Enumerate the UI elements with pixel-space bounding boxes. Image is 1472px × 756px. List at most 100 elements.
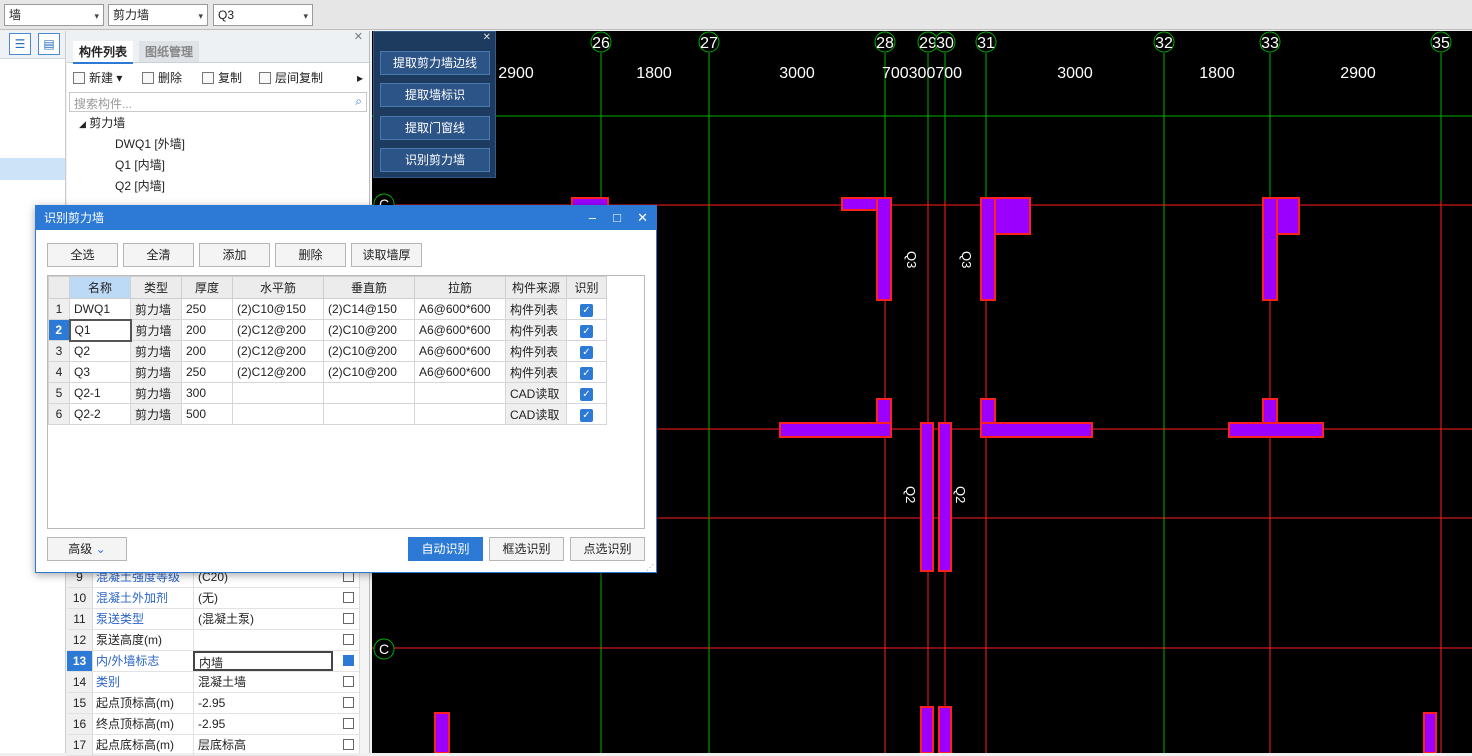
cell-thickness[interactable]: 300: [181, 382, 233, 404]
property-value[interactable]: 层底标高: [193, 735, 333, 755]
property-checkbox[interactable]: [343, 697, 354, 708]
property-row[interactable]: 16 终点顶标高(m) -2.95: [67, 714, 359, 735]
property-row[interactable]: 15 起点顶标高(m) -2.95: [67, 693, 359, 714]
cell-tie-rebar[interactable]: [414, 382, 506, 404]
resize-grip-icon[interactable]: ⋰: [646, 563, 654, 572]
element-type-select[interactable]: 墙 ▾: [4, 4, 104, 26]
cell-thickness[interactable]: 250: [181, 361, 233, 383]
cell-thickness[interactable]: 500: [181, 403, 233, 425]
cell-thickness[interactable]: 200: [181, 340, 233, 362]
col-source[interactable]: 构件来源: [505, 276, 567, 299]
property-value[interactable]: -2.95: [193, 714, 333, 734]
more-tools-icon[interactable]: ▸: [357, 67, 363, 89]
cell-name[interactable]: DWQ1: [69, 298, 131, 320]
property-checkbox[interactable]: [343, 739, 354, 750]
cell-tie-rebar[interactable]: A6@600*600: [414, 340, 506, 362]
property-row[interactable]: 12 泵送高度(m): [67, 630, 359, 651]
add-button[interactable]: 添加: [199, 243, 270, 267]
cell-horizontal-rebar[interactable]: (2)C12@200: [232, 361, 324, 383]
col-type[interactable]: 类型: [130, 276, 182, 299]
cell-name[interactable]: Q2-2: [69, 403, 131, 425]
checkbox-checked-icon[interactable]: ✓: [580, 408, 593, 422]
dialog-title-bar[interactable]: 识别剪力墙 ‒ □ ✕: [36, 206, 656, 230]
property-row[interactable]: 13 内/外墙标志 内墙: [67, 651, 359, 672]
property-checkbox[interactable]: [343, 718, 354, 729]
cell-horizontal-rebar[interactable]: [232, 403, 324, 425]
delete-button[interactable]: 删除: [142, 67, 182, 89]
cell-tie-rebar[interactable]: [414, 403, 506, 425]
property-checkbox[interactable]: [343, 655, 354, 666]
copy-button[interactable]: 复制: [202, 67, 242, 89]
close-icon[interactable]: ✕: [483, 32, 491, 43]
element-name-select[interactable]: Q3 ▾: [213, 4, 313, 26]
col-vertical-rebar[interactable]: 垂直筋: [323, 276, 415, 299]
cell-horizontal-rebar[interactable]: (2)C12@200: [232, 340, 324, 362]
cell-recognize[interactable]: ✓: [566, 298, 607, 320]
select-all-button[interactable]: 全选: [47, 243, 118, 267]
auto-recognize-button[interactable]: 自动识别: [408, 537, 483, 561]
recognize-wall-button[interactable]: 识别剪力墙: [380, 148, 490, 172]
extract-wall-edge-button[interactable]: 提取剪力墙边线: [380, 51, 490, 75]
clear-all-button[interactable]: 全清: [123, 243, 194, 267]
checkbox-checked-icon[interactable]: ✓: [580, 366, 593, 380]
property-value[interactable]: [193, 630, 333, 650]
table-row[interactable]: 2 Q1 剪力墙 200 (2)C12@200 (2)C10@200 A6@600*600 构…: [48, 318, 607, 342]
checkbox-checked-icon[interactable]: ✓: [580, 345, 593, 359]
table-row[interactable]: 6 Q2-2 剪力墙 500 CAD读取 ✓: [48, 403, 607, 425]
col-horizontal-rebar[interactable]: 水平筋: [232, 276, 324, 299]
tab-drawing-management[interactable]: 图纸管理: [139, 41, 200, 62]
property-value[interactable]: 内墙: [193, 651, 333, 671]
property-value[interactable]: (无): [193, 588, 333, 608]
col-tie-rebar[interactable]: 拉筋: [414, 276, 506, 299]
cell-thickness[interactable]: 250: [181, 298, 233, 320]
tree-item[interactable]: Q1 [内墙]: [67, 155, 367, 176]
cell-vertical-rebar[interactable]: [323, 403, 415, 425]
cell-horizontal-rebar[interactable]: [232, 382, 324, 404]
cell-recognize[interactable]: ✓: [566, 319, 607, 341]
table-row[interactable]: 4 Q3 剪力墙 250 (2)C12@200 (2)C10@200 A6@600*600 构…: [48, 361, 607, 383]
close-icon[interactable]: ✕: [354, 30, 363, 43]
cell-recognize[interactable]: ✓: [566, 340, 607, 362]
read-wall-thickness-button[interactable]: 读取墙厚: [351, 243, 422, 267]
property-value[interactable]: -2.95: [193, 693, 333, 713]
cell-thickness[interactable]: 200: [181, 319, 233, 341]
col-name[interactable]: 名称: [69, 276, 131, 299]
cell-horizontal-rebar[interactable]: (2)C10@150: [232, 298, 324, 320]
checkbox-checked-icon[interactable]: ✓: [580, 387, 593, 401]
card-view-icon[interactable]: ▤: [38, 33, 60, 55]
property-row[interactable]: 11 泵送类型 (混凝土泵): [67, 609, 359, 630]
property-checkbox[interactable]: [343, 634, 354, 645]
checkbox-checked-icon[interactable]: ✓: [580, 324, 593, 338]
element-subtype-select[interactable]: 剪力墙 ▾: [108, 4, 208, 26]
point-recognize-button[interactable]: 点选识别: [570, 537, 645, 561]
cell-name[interactable]: Q3: [69, 361, 131, 383]
cell-vertical-rebar[interactable]: (2)C14@150: [323, 298, 415, 320]
advanced-button[interactable]: 高级 ⌄: [47, 537, 127, 561]
extract-wall-label-button[interactable]: 提取墙标识: [380, 83, 490, 107]
cell-recognize[interactable]: ✓: [566, 403, 607, 425]
cell-tie-rebar[interactable]: A6@600*600: [414, 298, 506, 320]
property-checkbox[interactable]: [343, 613, 354, 624]
cell-vertical-rebar[interactable]: (2)C10@200: [323, 361, 415, 383]
collapse-icon[interactable]: ◢: [79, 119, 86, 129]
table-row[interactable]: 1 DWQ1 剪力墙 250 (2)C10@150 (2)C14@150 A6@600*60…: [48, 298, 607, 320]
cell-tie-rebar[interactable]: A6@600*600: [414, 319, 506, 341]
list-view-icon[interactable]: ☰: [9, 33, 31, 55]
property-value[interactable]: (混凝土泵): [193, 609, 333, 629]
property-value[interactable]: 混凝土墙: [193, 672, 333, 692]
table-row[interactable]: 5 Q2-1 剪力墙 300 CAD读取 ✓: [48, 382, 607, 404]
component-search-input[interactable]: 搜索构件... ⌕: [69, 92, 367, 112]
table-row[interactable]: 3 Q2 剪力墙 200 (2)C12@200 (2)C10@200 A6@600*600 构…: [48, 340, 607, 362]
checkbox-checked-icon[interactable]: ✓: [580, 303, 593, 317]
tree-item[interactable]: Q2 [内墙]: [67, 176, 367, 197]
delete-button[interactable]: 删除: [275, 243, 346, 267]
property-checkbox[interactable]: [343, 592, 354, 603]
cell-recognize[interactable]: ✓: [566, 382, 607, 404]
property-row[interactable]: 14 类别 混凝土墙: [67, 672, 359, 693]
cell-name[interactable]: Q1: [68, 318, 132, 342]
property-row[interactable]: 10 混凝土外加剂 (无): [67, 588, 359, 609]
nav-selected-item[interactable]: [0, 158, 65, 180]
cell-name[interactable]: Q2: [69, 340, 131, 362]
tab-component-list[interactable]: 构件列表: [73, 41, 134, 64]
search-icon[interactable]: ⌕: [355, 94, 362, 109]
